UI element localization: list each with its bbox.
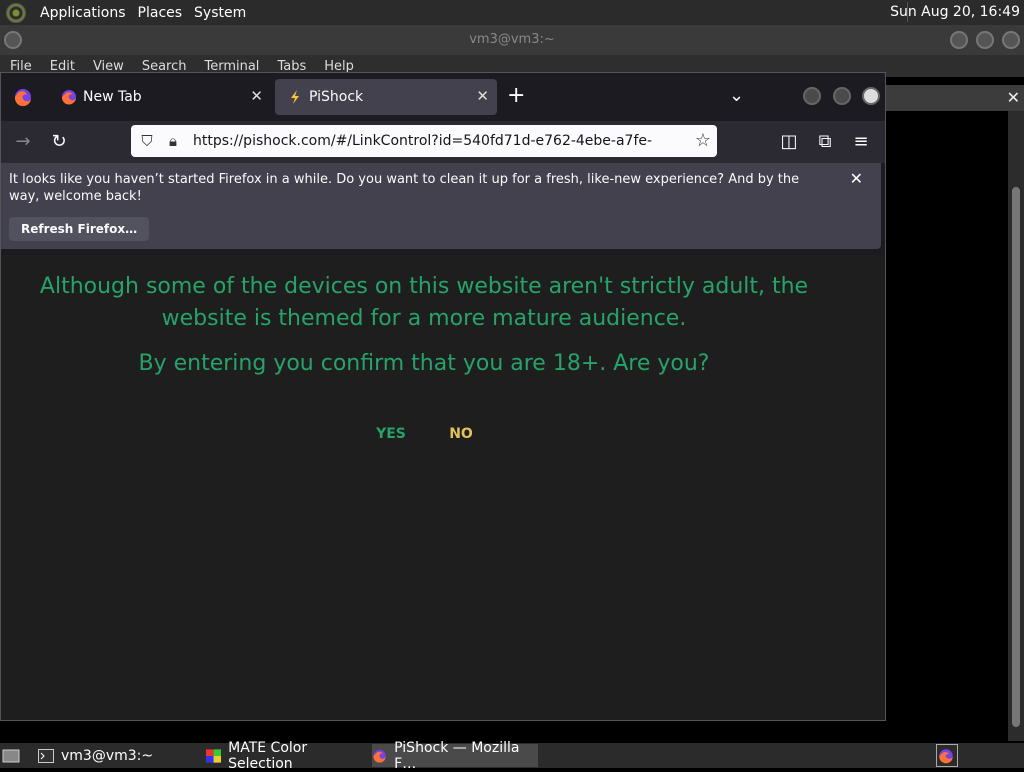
- firefox-icon: [14, 89, 31, 107]
- clock[interactable]: Sun Aug 20, 16:49: [890, 4, 1020, 20]
- taskbar-item-color-selection[interactable]: MATE Color Selection: [206, 740, 368, 772]
- taskbar-item-firefox[interactable]: PiShock — Mozilla F…: [372, 740, 538, 772]
- show-desktop-button[interactable]: [2, 744, 24, 767]
- url-bar[interactable]: ⛉ 🔒︎ https://pishock.com/#/LinkControl?i…: [131, 125, 717, 181]
- tab-pishock[interactable]: PiShock ✕: [275, 79, 497, 115]
- terminal-scrollbar[interactable]: [1008, 111, 1024, 741]
- minimize-icon[interactable]: [950, 31, 968, 49]
- close-icon[interactable]: [1002, 31, 1020, 49]
- taskbar-label: PiShock — Mozilla F…: [394, 739, 520, 772]
- notification-message: It looks like you haven’t started Firefo…: [9, 172, 800, 204]
- taskbar-label: MATE Color Selection: [228, 739, 308, 772]
- taskbar-label: vm3@vm3:~: [61, 747, 154, 764]
- system-menu[interactable]: System: [188, 5, 252, 21]
- maximize-icon[interactable]: [833, 87, 851, 105]
- top-panel: Applications Places System Sun Aug 20, 1…: [0, 0, 1024, 25]
- applications-menu[interactable]: Applications: [34, 5, 132, 21]
- tab-label: PiShock: [309, 89, 364, 105]
- minimize-icon[interactable]: [803, 87, 821, 105]
- terminal-icon: [38, 748, 54, 763]
- shield-icon[interactable]: ⛉: [137, 125, 157, 157]
- tab-label: New Tab: [83, 89, 142, 105]
- terminal-tab[interactable]: ✕: [884, 85, 1024, 111]
- firefox-icon: [373, 749, 386, 763]
- refresh-notification: It looks like you haven’t started Firefo…: [1, 163, 881, 249]
- page-content: Although some of the devices on this web…: [1, 255, 885, 720]
- list-all-tabs-chevron-icon[interactable]: ⌄: [729, 85, 744, 106]
- close-tab-icon[interactable]: ✕: [250, 87, 263, 105]
- maximize-icon[interactable]: [976, 31, 994, 49]
- firefox-window: New Tab ✕ PiShock ✕ + ⌄ → ↻ ⛉ 🔒︎ https:/…: [0, 72, 886, 721]
- tab-new-tab[interactable]: New Tab ✕: [49, 79, 271, 115]
- terminal-titlebar[interactable]: vm3@vm3:~: [0, 25, 1024, 55]
- firefox-view-button[interactable]: [7, 83, 37, 111]
- close-tab-icon[interactable]: ✕: [1007, 88, 1020, 107]
- hamburger-menu-icon[interactable]: ≡: [847, 129, 875, 155]
- age-warning-text: Although some of the devices on this web…: [39, 274, 809, 331]
- window-menu-icon[interactable]: [4, 31, 22, 49]
- taskbar-item-terminal[interactable]: vm3@vm3:~: [38, 744, 198, 767]
- new-tab-button[interactable]: +: [507, 85, 525, 107]
- forward-arrow-icon[interactable]: →: [9, 129, 37, 155]
- reload-icon[interactable]: ↻: [45, 129, 73, 155]
- places-menu[interactable]: Places: [132, 5, 189, 21]
- mate-logo-icon[interactable]: [6, 2, 26, 23]
- pocket-icon[interactable]: ◫: [775, 129, 803, 155]
- age-confirm-text: By entering you confirm that you are 18+…: [138, 351, 710, 376]
- lock-icon[interactable]: 🔒︎: [163, 125, 183, 157]
- close-window-icon[interactable]: [862, 87, 880, 105]
- desktop-icon: [2, 749, 20, 762]
- extensions-icon[interactable]: ⧉: [811, 129, 839, 155]
- lightning-favicon-icon: [291, 90, 299, 104]
- color-palette-icon: [206, 748, 222, 763]
- scrollbar-thumb[interactable]: [1012, 187, 1020, 727]
- close-tab-icon[interactable]: ✕: [476, 87, 489, 105]
- tab-strip: New Tab ✕ PiShock ✕ + ⌄: [1, 73, 885, 121]
- firefox-workspace-icon: [939, 748, 953, 763]
- yes-button[interactable]: YES: [371, 423, 411, 445]
- workspace-switcher[interactable]: [936, 744, 958, 767]
- no-button[interactable]: NO: [441, 423, 481, 445]
- close-notification-icon[interactable]: ✕: [850, 169, 863, 188]
- bottom-panel: vm3@vm3:~ MATE Color Selection PiShock —…: [0, 740, 1024, 772]
- terminal-title: vm3@vm3:~: [469, 32, 555, 47]
- navigation-toolbar: → ↻ ⛉ 🔒︎ https://pishock.com/#/LinkContr…: [1, 121, 885, 181]
- firefox-favicon-icon: [61, 90, 76, 105]
- refresh-firefox-button[interactable]: Refresh Firefox…: [9, 217, 150, 241]
- bookmark-star-icon[interactable]: ☆: [695, 125, 711, 157]
